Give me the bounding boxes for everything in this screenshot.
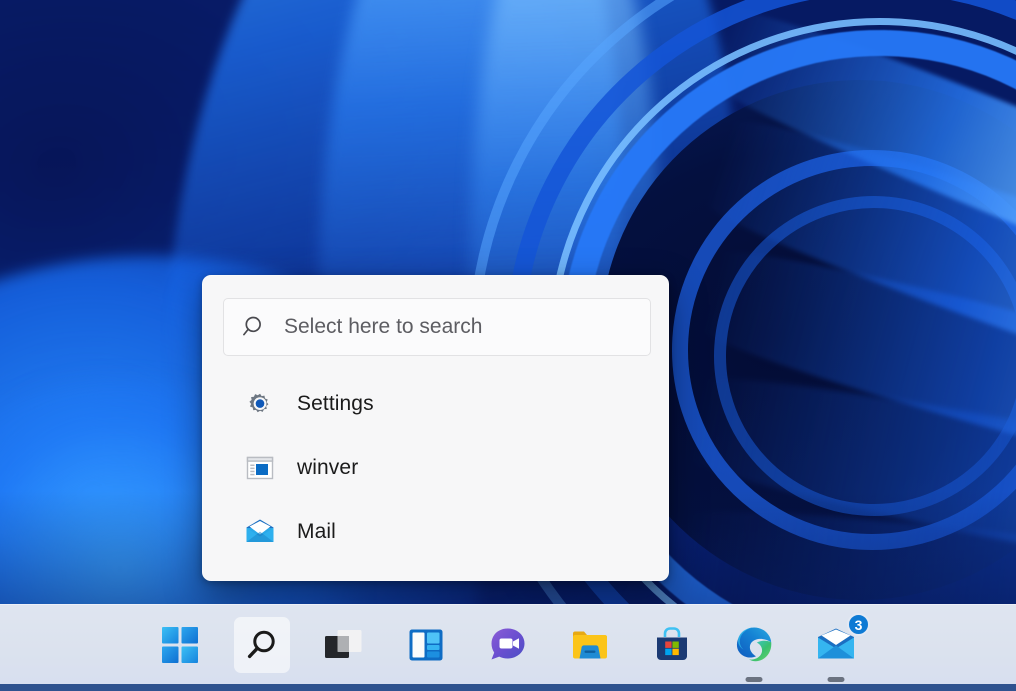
mail-notification-badge: 3 [847,613,870,636]
search-result-mail[interactable]: Mail [223,500,648,564]
windows-logo-icon [160,625,200,665]
search-icon [242,314,268,340]
taskbar-store-button[interactable] [644,617,700,673]
search-box[interactable] [223,298,651,356]
taskbar-mail-button[interactable]: 3 [808,617,864,673]
taskbar-icon-row: 3 [0,605,1016,685]
search-flyout-panel: Settings winver [202,275,669,581]
taskbar-file-explorer-button[interactable] [562,617,618,673]
taskbar-search-button[interactable] [234,617,290,673]
chat-icon [488,626,528,664]
desktop-screen: Settings winver [0,0,1016,691]
taskbar-start-button[interactable] [152,617,208,673]
taskbar: 3 [0,604,1016,691]
search-result-settings[interactable]: Settings [223,372,648,436]
mail-envelope-icon [245,517,275,547]
task-view-icon [324,627,364,663]
running-indicator [828,677,845,682]
settings-gear-icon [245,389,275,419]
winver-window-icon [245,453,275,483]
taskbar-chat-button[interactable] [480,617,536,673]
folder-icon [570,627,610,663]
store-bag-icon [653,626,691,664]
search-result-label: Mail [297,520,336,544]
running-indicator [746,677,763,682]
search-result-label: Settings [297,392,374,416]
search-result-winver[interactable]: winver [223,436,648,500]
search-results-list: Settings winver [203,372,668,564]
search-icon [245,628,279,662]
taskbar-widgets-button[interactable] [398,617,454,673]
search-result-label: winver [297,456,358,480]
search-input[interactable] [284,315,632,339]
edge-icon [734,625,774,665]
taskbar-bottom-strip [0,684,1016,691]
widgets-icon [408,628,444,662]
taskbar-edge-button[interactable] [726,617,782,673]
taskbar-task-view-button[interactable] [316,617,372,673]
